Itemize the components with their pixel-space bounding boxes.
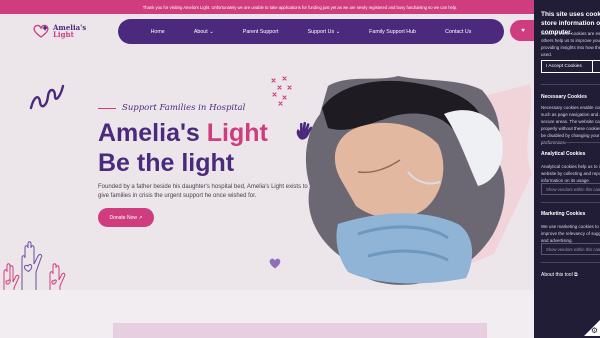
cookie-divider <box>541 202 600 203</box>
nav-home[interactable]: Home <box>151 29 165 35</box>
about-this-tool-link[interactable]: About this tool ⧉ <box>541 272 578 278</box>
site-header: Amelia's Light Home About ⌄ Parent Suppo… <box>0 14 600 54</box>
necessary-cookies-text: Necessary cookies enable core functional… <box>541 105 600 145</box>
cookie-divider <box>541 84 600 85</box>
hero-title-line2: Be the light <box>98 149 235 177</box>
cookie-divider <box>541 142 600 143</box>
cookie-divider <box>541 262 600 263</box>
hero-tagline: Support Families in Hospital <box>98 103 245 113</box>
tagline-text: Support Families in Hospital <box>122 103 246 113</box>
heart-icon: ♥ <box>521 27 525 34</box>
nav-support-us[interactable]: Support Us ⌄ <box>308 29 340 35</box>
sparkle-decoration-icon <box>271 76 292 106</box>
show-vendors-analytical[interactable]: Show vendors within this category <box>541 183 600 195</box>
nav-family-support-hub[interactable]: Family Support Hub <box>369 29 416 35</box>
show-vendors-marketing[interactable]: Show vendors within this category <box>541 243 600 255</box>
hero-title-part1: Amelia's <box>98 119 207 147</box>
analytical-cookies-text: Analytical cookies help us to improve ou… <box>541 164 600 183</box>
small-heart-icon <box>269 258 281 269</box>
nav-parent-support[interactable]: Parent Support <box>243 29 279 35</box>
nav-about[interactable]: About ⌄ <box>194 29 214 35</box>
marketing-cookies-text: We use marketing cookies to help us impr… <box>541 224 600 243</box>
cookie-intro: Some of these cookies are essential, whi… <box>541 31 600 57</box>
announcement-bar: Thank you for visiting Amelia's Light. U… <box>0 0 600 14</box>
main-nav: Home About ⌄ Parent Support Support Us ⌄… <box>118 19 504 44</box>
cookie-settings-button[interactable]: ⚙ <box>584 320 600 336</box>
necessary-cookies-title: Necessary Cookies <box>541 94 587 100</box>
cookie-panel: This site uses cookies to store informat… <box>534 0 600 338</box>
reject-cookies-button[interactable] <box>592 60 600 73</box>
hero-title-line1: Amelia's Light <box>98 118 268 148</box>
content-card <box>113 323 487 338</box>
hero-description: Founded by a father beside his daughter'… <box>98 184 308 199</box>
logo-heart-icon <box>33 24 49 38</box>
analytical-cookies-title: Analytical Cookies <box>541 151 586 157</box>
tagline-rule <box>98 107 116 109</box>
logo[interactable]: Amelia's Light <box>33 24 86 38</box>
squiggle-decoration-icon <box>29 84 65 110</box>
hero-image <box>305 76 532 285</box>
nav-contact-us[interactable]: Contact Us <box>445 29 471 35</box>
gear-icon: ⚙ <box>590 326 598 335</box>
marketing-cookies-title: Marketing Cookies <box>541 211 586 217</box>
logo-line2: Light <box>53 30 74 39</box>
donate-now-button[interactable]: Donate Now ↗ <box>98 208 154 227</box>
announcement-text: Thank you for visiting Amelia's Light. U… <box>142 4 458 10</box>
logo-text: Amelia's Light <box>53 24 86 38</box>
waving-hand-icon <box>296 121 313 140</box>
hero-title: Amelia's Light Be the light <box>98 118 268 178</box>
hero-title-part2: Light <box>206 119 268 147</box>
